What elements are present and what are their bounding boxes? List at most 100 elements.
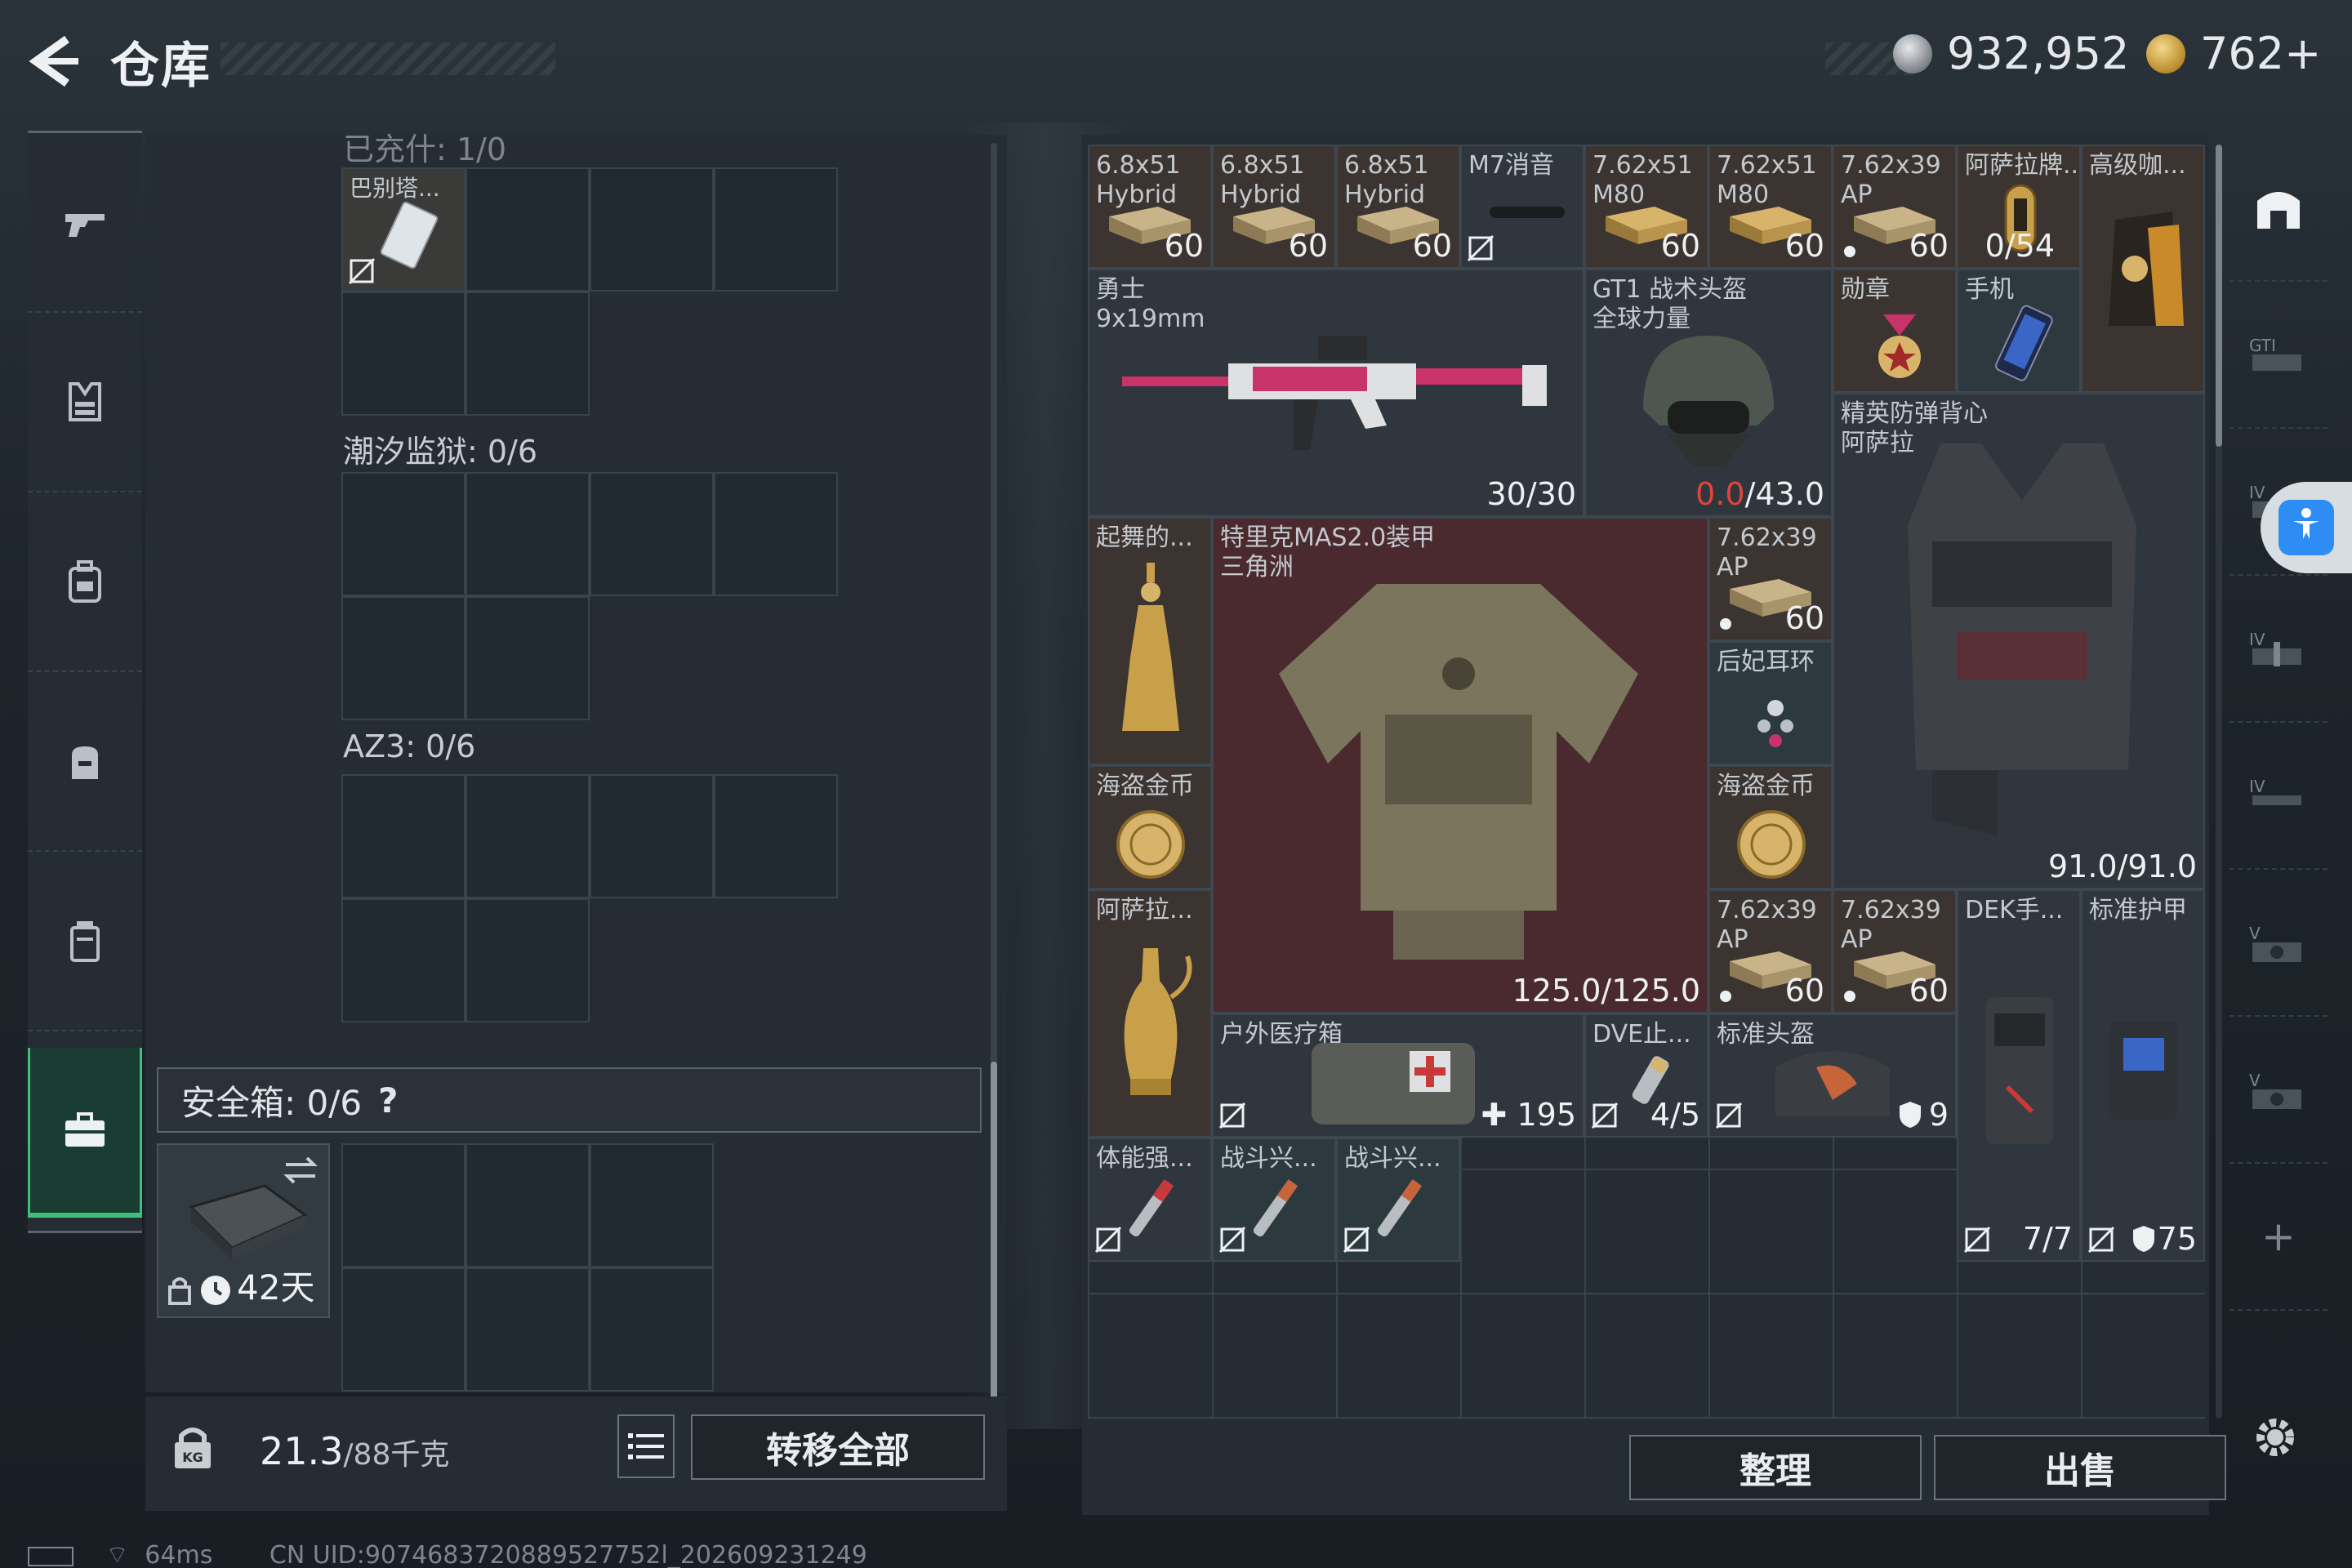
item-standard-armor[interactable]: 标准护甲 75 bbox=[2081, 889, 2205, 1262]
tab-iv-3[interactable]: IV bbox=[2230, 723, 2328, 870]
grid-cell[interactable] bbox=[341, 1267, 466, 1392]
item-stim-injector[interactable]: 体能强... bbox=[1088, 1138, 1212, 1262]
item-combat-stim[interactable]: 战斗兴... bbox=[1212, 1138, 1336, 1262]
grid-cell[interactable] bbox=[466, 1143, 590, 1267]
back-arrow-icon[interactable] bbox=[24, 33, 82, 90]
item-medal[interactable]: 勋章 bbox=[1833, 269, 1957, 393]
item-m7-suppressor[interactable]: M7消音 bbox=[1460, 145, 1584, 269]
item-count: 60 bbox=[1909, 973, 1949, 1009]
nav-weapons[interactable] bbox=[28, 133, 142, 313]
grid-cell[interactable] bbox=[341, 472, 466, 596]
item-warrior-smg[interactable]: 勇士 9x19mm 30/30 bbox=[1088, 269, 1584, 517]
nav-pouch[interactable] bbox=[28, 852, 142, 1031]
grid-cell[interactable] bbox=[341, 774, 466, 898]
armor-plate-icon bbox=[2110, 1022, 2177, 1120]
weight-max: /88千克 bbox=[343, 1438, 450, 1472]
tab-all[interactable] bbox=[2230, 135, 2328, 282]
item-mas2-armor[interactable]: 特里克MAS2.0装甲 三角洲 125.0/125.0 bbox=[1212, 517, 1708, 1013]
item-outdoor-medkit[interactable]: 户外医疗箱 ✚ 195 bbox=[1212, 1013, 1584, 1138]
nav-armor[interactable] bbox=[28, 313, 142, 492]
no-trade-icon bbox=[1591, 1102, 1619, 1129]
grid-cell[interactable] bbox=[466, 167, 590, 292]
item-dve-tourniquet[interactable]: DVE止... 4/5 bbox=[1584, 1013, 1708, 1138]
grid-cell[interactable] bbox=[714, 472, 838, 596]
grid-cell[interactable] bbox=[466, 774, 590, 898]
settings-gear-icon[interactable] bbox=[2249, 1411, 2301, 1463]
item-ammo-762-m80[interactable]: 7.62x51 M80 60 bbox=[1584, 145, 1708, 269]
gold-coin-icon bbox=[1737, 810, 1806, 879]
item-asala-jug[interactable]: 阿萨拉... bbox=[1088, 889, 1212, 1138]
item-ammo-762x39-ap[interactable]: 7.62x39 AP 60 bbox=[1708, 517, 1833, 641]
left-scroll-thumb[interactable] bbox=[991, 1062, 997, 1405]
item-phone[interactable]: 手机 bbox=[1957, 269, 2081, 393]
item-ammo-762-m80[interactable]: 7.62x51 M80 60 bbox=[1708, 145, 1833, 269]
tab-gti[interactable]: GTI bbox=[2230, 282, 2328, 429]
item-count: 60 bbox=[1288, 228, 1328, 264]
grid-cell[interactable] bbox=[590, 472, 714, 596]
wifi-icon: ⌔ bbox=[105, 1541, 129, 1568]
item-premium-coffee[interactable]: 高级咖... bbox=[2081, 145, 2205, 393]
transfer-all-button[interactable]: 转移全部 bbox=[691, 1414, 985, 1480]
grid-cell[interactable] bbox=[714, 774, 838, 898]
grid-cell[interactable] bbox=[590, 1143, 714, 1267]
sort-button[interactable]: 整理 bbox=[1629, 1435, 1922, 1500]
grid-cell[interactable] bbox=[590, 774, 714, 898]
grid-cell[interactable] bbox=[341, 292, 466, 416]
grid-cell[interactable] bbox=[341, 596, 466, 720]
add-warehouse-button[interactable]: + bbox=[2230, 1164, 2328, 1311]
item-standard-helmet[interactable]: 标准头盔 9 bbox=[1708, 1013, 1957, 1138]
item-uses: 4/5 bbox=[1650, 1097, 1700, 1133]
item-asala-badge[interactable]: 阿萨拉牌... 0/54 bbox=[1957, 145, 2081, 269]
grid-cell[interactable] bbox=[466, 1267, 590, 1392]
item-dek-pouch[interactable]: DEK手... 7/7 bbox=[1957, 889, 2081, 1262]
nav-bag[interactable] bbox=[28, 672, 142, 852]
grid-cell-card[interactable]: 巴别塔... bbox=[341, 167, 466, 292]
item-ammo-762x39-ap[interactable]: 7.62x39 AP 60 bbox=[1833, 145, 1957, 269]
swap-icon[interactable] bbox=[283, 1153, 318, 1186]
help-icon[interactable]: ? bbox=[378, 1080, 398, 1120]
gold-currency[interactable]: 762+ bbox=[2146, 28, 2321, 79]
coffee-bag-icon bbox=[2109, 212, 2184, 326]
durability-current: 0.0 bbox=[1695, 476, 1745, 512]
smg-weapon-icon bbox=[1122, 336, 1547, 450]
grid-cell[interactable] bbox=[341, 1143, 466, 1267]
grid-cell[interactable] bbox=[590, 167, 714, 292]
item-consort-earring[interactable]: 后妃耳环 bbox=[1708, 641, 1833, 765]
tab-v-1[interactable]: V bbox=[2230, 870, 2328, 1017]
safebox-item[interactable]: 42天 bbox=[157, 1143, 330, 1318]
item-ammo-762x39-ap[interactable]: 7.62x39 AP 60 bbox=[1833, 889, 1957, 1013]
tab-iv-2[interactable]: IV bbox=[2230, 576, 2328, 723]
list-view-button[interactable] bbox=[617, 1414, 675, 1478]
tab-v-2[interactable]: V bbox=[2230, 1017, 2328, 1164]
nav-safebox[interactable] bbox=[28, 1048, 142, 1218]
warehouse-scroll-thumb[interactable] bbox=[2216, 145, 2222, 447]
no-trade-icon bbox=[1218, 1102, 1246, 1129]
grid-cell[interactable] bbox=[466, 596, 590, 720]
item-pirate-coin[interactable]: 海盗金币 bbox=[1708, 765, 1833, 889]
nav-backpack[interactable] bbox=[28, 492, 142, 672]
top-bar: 仓库 932,952 762+ bbox=[0, 0, 2352, 122]
item-name: 体能强... bbox=[1096, 1144, 1193, 1173]
item-name: 海盗金币 bbox=[1096, 772, 1194, 800]
item-combat-stim[interactable]: 战斗兴... bbox=[1336, 1138, 1460, 1262]
item-elite-armor-vest[interactable]: 精英防弹背心 阿萨拉 91.0/91.0 bbox=[1833, 393, 2205, 889]
grid-cell[interactable] bbox=[466, 898, 590, 1022]
item-ammo-68-hybrid[interactable]: 6.8x51 Hybrid 60 bbox=[1212, 145, 1336, 269]
item-dancing-statue[interactable]: 起舞的... bbox=[1088, 517, 1212, 765]
grid-cell[interactable] bbox=[714, 167, 838, 292]
v-camera-icon: V bbox=[2249, 924, 2301, 962]
item-gt1-helmet[interactable]: GT1 战术头盔 全球力量 0.0/43.0 bbox=[1584, 269, 1833, 517]
item-ammo-68-hybrid[interactable]: 6.8x51 Hybrid 60 bbox=[1088, 145, 1212, 269]
grid-cell[interactable] bbox=[341, 898, 466, 1022]
grid-cell[interactable] bbox=[466, 292, 590, 416]
item-ammo-68-hybrid[interactable]: 6.8x51 Hybrid 60 bbox=[1336, 145, 1460, 269]
sell-button[interactable]: 出售 bbox=[1934, 1435, 2226, 1500]
silver-amount: 932,952 bbox=[1947, 28, 2130, 79]
item-ammo-762x39-ap[interactable]: 7.62x39 AP 60 bbox=[1708, 889, 1833, 1013]
item-pirate-coin[interactable]: 海盗金币 bbox=[1088, 765, 1212, 889]
earring-icon bbox=[1757, 700, 1793, 747]
grid-cell[interactable] bbox=[590, 1267, 714, 1392]
grid-cell[interactable] bbox=[466, 472, 590, 596]
item-count: 60 bbox=[1784, 228, 1824, 264]
weight-bar: KG 21.3/88千克 转移全部 bbox=[145, 1396, 1007, 1511]
